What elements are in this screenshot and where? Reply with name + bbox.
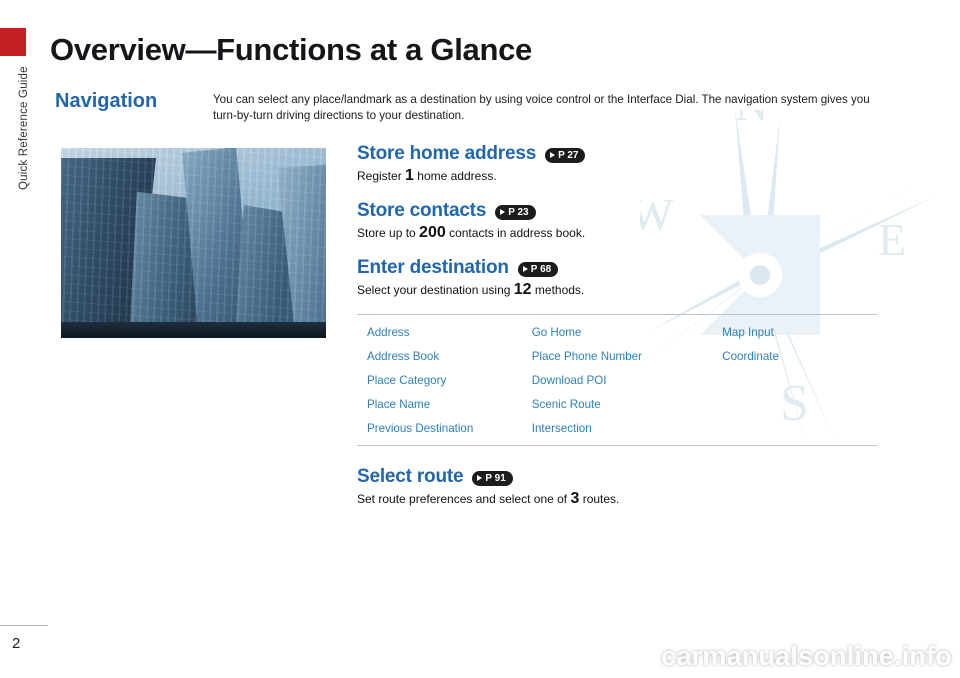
feature-enter-destination: Enter destination P 68 Select your desti… xyxy=(357,257,897,298)
arrow-right-icon xyxy=(550,152,556,158)
feature-description: Set route preferences and select one of … xyxy=(357,491,897,507)
method-cell[interactable]: Place Category xyxy=(357,368,522,392)
skyscraper-photo xyxy=(61,148,326,338)
page-reference-label: P 23 xyxy=(508,206,529,218)
method-cell[interactable]: Map Input xyxy=(712,320,877,344)
destination-methods-table: Address Go Home Map Input Address Book P… xyxy=(357,314,877,446)
feature-store-home-address: Store home address P 27 Register 1 home … xyxy=(357,143,897,184)
method-cell[interactable]: Download POI xyxy=(522,368,712,392)
page-number: 2 xyxy=(12,635,21,652)
method-cell xyxy=(712,392,877,416)
method-cell xyxy=(712,368,877,392)
section-heading-navigation: Navigation xyxy=(55,90,158,112)
table-row: Address Go Home Map Input xyxy=(357,320,877,344)
feature-header: Select route P 91 xyxy=(357,466,897,488)
method-cell[interactable]: Place Name xyxy=(357,392,522,416)
red-edge-marker xyxy=(0,28,26,56)
method-cell xyxy=(712,416,877,440)
table-row: Address Book Place Phone Number Coordina… xyxy=(357,344,877,368)
method-cell[interactable]: Previous Destination xyxy=(357,416,522,440)
methods-table-body: Address Go Home Map Input Address Book P… xyxy=(357,320,877,440)
method-cell[interactable]: Place Phone Number xyxy=(522,344,712,368)
feature-desc-after: contacts in address book. xyxy=(445,226,586,240)
page-reference-label: P 27 xyxy=(558,149,579,161)
methods-table: Address Go Home Map Input Address Book P… xyxy=(357,320,877,440)
feature-header: Store home address P 27 xyxy=(357,143,897,165)
feature-store-contacts: Store contacts P 23 Store up to 200 cont… xyxy=(357,200,897,241)
feature-title: Select route xyxy=(357,466,464,487)
photo-glass-texture xyxy=(61,148,326,338)
footer-divider xyxy=(0,625,48,626)
page-reference-badge[interactable]: P 27 xyxy=(545,147,586,163)
table-row: Place Category Download POI xyxy=(357,368,877,392)
page-title: Overview—Functions at a Glance xyxy=(50,32,532,67)
intro-paragraph: You can select any place/landmark as a d… xyxy=(213,93,870,122)
method-cell[interactable]: Address xyxy=(357,320,522,344)
feature-description: Store up to 200 contacts in address book… xyxy=(357,225,897,241)
method-cell[interactable]: Coordinate xyxy=(712,344,877,368)
method-cell[interactable]: Scenic Route xyxy=(522,392,712,416)
site-watermark: carmanualsonline.info xyxy=(661,641,952,671)
page-reference-label: P 91 xyxy=(485,472,506,484)
page-reference-badge[interactable]: P 23 xyxy=(495,204,536,220)
method-cell[interactable]: Intersection xyxy=(522,416,712,440)
feature-description: Register 1 home address. xyxy=(357,168,897,184)
feature-desc-before: Register xyxy=(357,169,406,183)
method-cell[interactable]: Address Book xyxy=(357,344,522,368)
sidebar-section-tab: Quick Reference Guide xyxy=(0,60,30,240)
feature-desc-number: 1 xyxy=(405,167,414,184)
feature-list: Store home address P 27 Register 1 home … xyxy=(357,143,897,523)
feature-header: Enter destination P 68 xyxy=(357,257,897,279)
feature-desc-before: Select your destination using xyxy=(357,283,514,297)
table-row: Previous Destination Intersection xyxy=(357,416,877,440)
feature-desc-before: Set route preferences and select one of xyxy=(357,492,571,506)
arrow-right-icon xyxy=(500,209,506,215)
feature-header: Store contacts P 23 xyxy=(357,200,897,222)
feature-desc-after: methods. xyxy=(531,283,585,297)
feature-title: Store home address xyxy=(357,143,537,164)
arrow-right-icon xyxy=(477,475,483,481)
sidebar-section-tab-label: Quick Reference Guide xyxy=(18,66,30,190)
feature-desc-after: routes. xyxy=(579,492,620,506)
photo-ground xyxy=(61,322,326,338)
method-cell[interactable]: Go Home xyxy=(522,320,712,344)
page-reference-label: P 68 xyxy=(530,263,552,275)
feature-title: Enter destination xyxy=(357,257,509,278)
feature-desc-number: 200 xyxy=(419,224,446,241)
feature-desc-after: home address. xyxy=(413,169,497,183)
page-reference-badge[interactable]: P 91 xyxy=(472,470,513,486)
feature-desc-number: 12 xyxy=(513,281,532,298)
table-row: Place Name Scenic Route xyxy=(357,392,877,416)
feature-title: Store contacts xyxy=(357,200,487,221)
arrow-right-icon xyxy=(522,266,528,272)
feature-desc-before: Store up to xyxy=(357,226,420,240)
page-reference-badge[interactable]: P 68 xyxy=(517,261,559,277)
feature-description: Select your destination using 12 methods… xyxy=(357,282,897,298)
feature-select-route: Select route P 91 Set route preferences … xyxy=(357,466,897,507)
